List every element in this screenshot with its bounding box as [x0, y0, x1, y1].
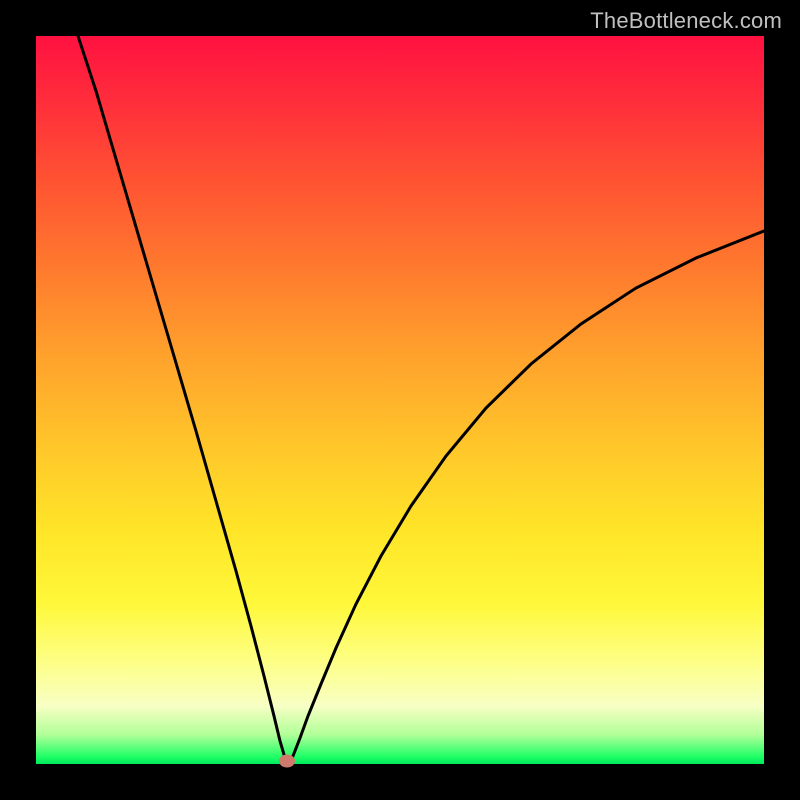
curve-left-segment	[78, 36, 287, 763]
plot-area	[36, 36, 764, 764]
watermark-text: TheBottleneck.com	[590, 8, 782, 34]
chart-frame: TheBottleneck.com	[0, 0, 800, 800]
curve-right-segment	[289, 231, 764, 763]
curve-svg	[36, 36, 764, 764]
cusp-marker	[279, 755, 295, 768]
